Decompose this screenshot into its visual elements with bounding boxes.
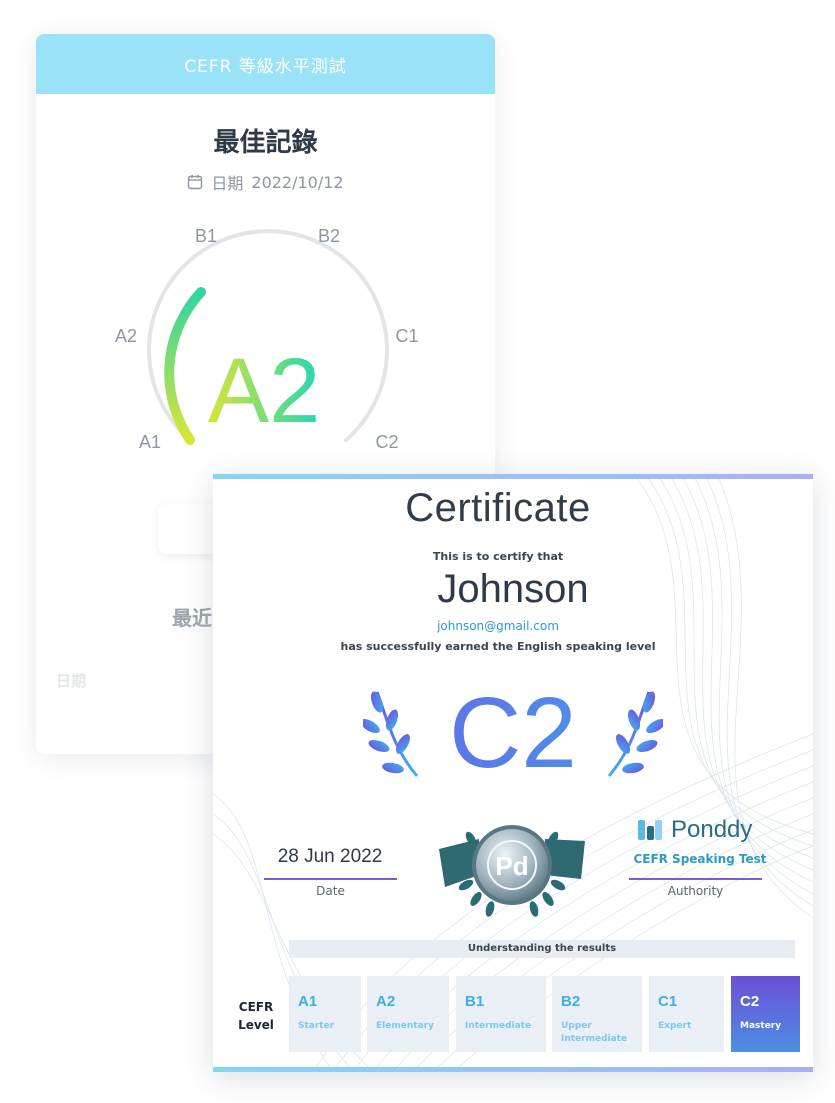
gauge-tick-b1: B1: [195, 226, 217, 246]
level-cell-c1: C1 Expert: [649, 976, 724, 1052]
result-card-header: CEFR 等級水平測試: [36, 34, 495, 94]
level-name: Starter: [298, 1020, 361, 1033]
certificate-top-bar: [213, 474, 813, 479]
level-cell-b2: B2 Upper Intermediate: [552, 976, 642, 1052]
svg-text:Pd: Pd: [495, 851, 528, 881]
level-name: Upper Intermediate: [561, 1020, 642, 1046]
cefr-label-line2: Level: [238, 1018, 274, 1032]
gauge-current-level: A2: [208, 340, 321, 442]
date-label: 日期: [211, 174, 244, 193]
level-name: Expert: [658, 1020, 724, 1033]
certify-text: This is to certify that: [432, 550, 564, 563]
level-name-line1: Mastery: [740, 1021, 782, 1031]
laurel-right-icon: [607, 691, 663, 777]
level-name: Intermediate: [465, 1020, 546, 1033]
recipient-email[interactable]: johnson@gmail.com: [213, 619, 783, 633]
calendar-icon: [188, 175, 203, 190]
level-name-line1: Intermediate: [465, 1021, 532, 1031]
ponddy-logo-icon: [638, 820, 662, 840]
level-cell-a2: A2 Elementary: [367, 976, 449, 1052]
gauge-progress: [164, 287, 206, 445]
gauge-tick-a2: A2: [115, 326, 137, 346]
gauge-tick-a1: A1: [139, 432, 161, 452]
level-name-line1: Elementary: [376, 1021, 434, 1031]
level-code: B2: [561, 993, 581, 1010]
level-name-line1: Expert: [658, 1021, 692, 1031]
date-signature-line: [264, 878, 397, 880]
level-cell-c2: C2 Mastery: [731, 976, 800, 1052]
brand-name: Ponddy: [671, 816, 753, 843]
date-caption: Date: [316, 884, 345, 898]
cefr-level-label: CEFR Level: [231, 998, 281, 1034]
level-cell-b1: B1 Intermediate: [456, 976, 546, 1052]
level-code: A2: [376, 993, 396, 1010]
certificate-date: 28 Jun 2022: [277, 846, 383, 867]
date-value: 2022/10/12: [251, 172, 344, 192]
gauge-tick-b2: B2: [318, 226, 340, 246]
certificate: Certificate This is to certify that John…: [213, 474, 813, 1072]
brand: Ponddy: [637, 816, 752, 844]
level-code: C2: [740, 993, 760, 1010]
best-record-title: 最佳記錄: [213, 128, 318, 158]
gauge-tick-c2: C2: [375, 432, 398, 452]
certificate-level: C2: [213, 678, 813, 788]
brand-subtitle: CEFR Speaking Test: [633, 852, 767, 866]
level-name: Mastery: [740, 1020, 800, 1033]
silver-medal-icon: Pd: [439, 825, 585, 917]
level-code: C1: [658, 993, 678, 1010]
level-name-line1: Starter: [298, 1021, 335, 1031]
level-name-line2: Intermediate: [561, 1034, 628, 1044]
certificate-bottom-bar: [213, 1067, 813, 1072]
level-cell-a1: A1 Starter: [289, 976, 361, 1052]
authority-caption: Authority: [667, 884, 724, 898]
recipient-name: Johnson: [437, 567, 589, 611]
result-card-title: CEFR 等級水平測試: [184, 56, 347, 77]
level-code: A1: [298, 993, 318, 1010]
authority-signature-line: [629, 878, 762, 880]
level-code: B1: [465, 993, 485, 1010]
gauge-tick-c1: C1: [395, 326, 418, 346]
record-date: 日期 2022/10/12: [36, 170, 495, 194]
earned-text: has successfully earned the English spea…: [340, 640, 656, 653]
results-heading: Understanding the results: [289, 940, 795, 958]
cefr-label-line1: CEFR: [238, 1000, 274, 1014]
level-name-line1: Upper: [561, 1021, 592, 1031]
level-name: Elementary: [376, 1020, 449, 1033]
certificate-title: Certificate: [405, 486, 591, 530]
level-gauge: A2 A1 A2 B1 B2 C1 C2: [115, 226, 419, 452]
